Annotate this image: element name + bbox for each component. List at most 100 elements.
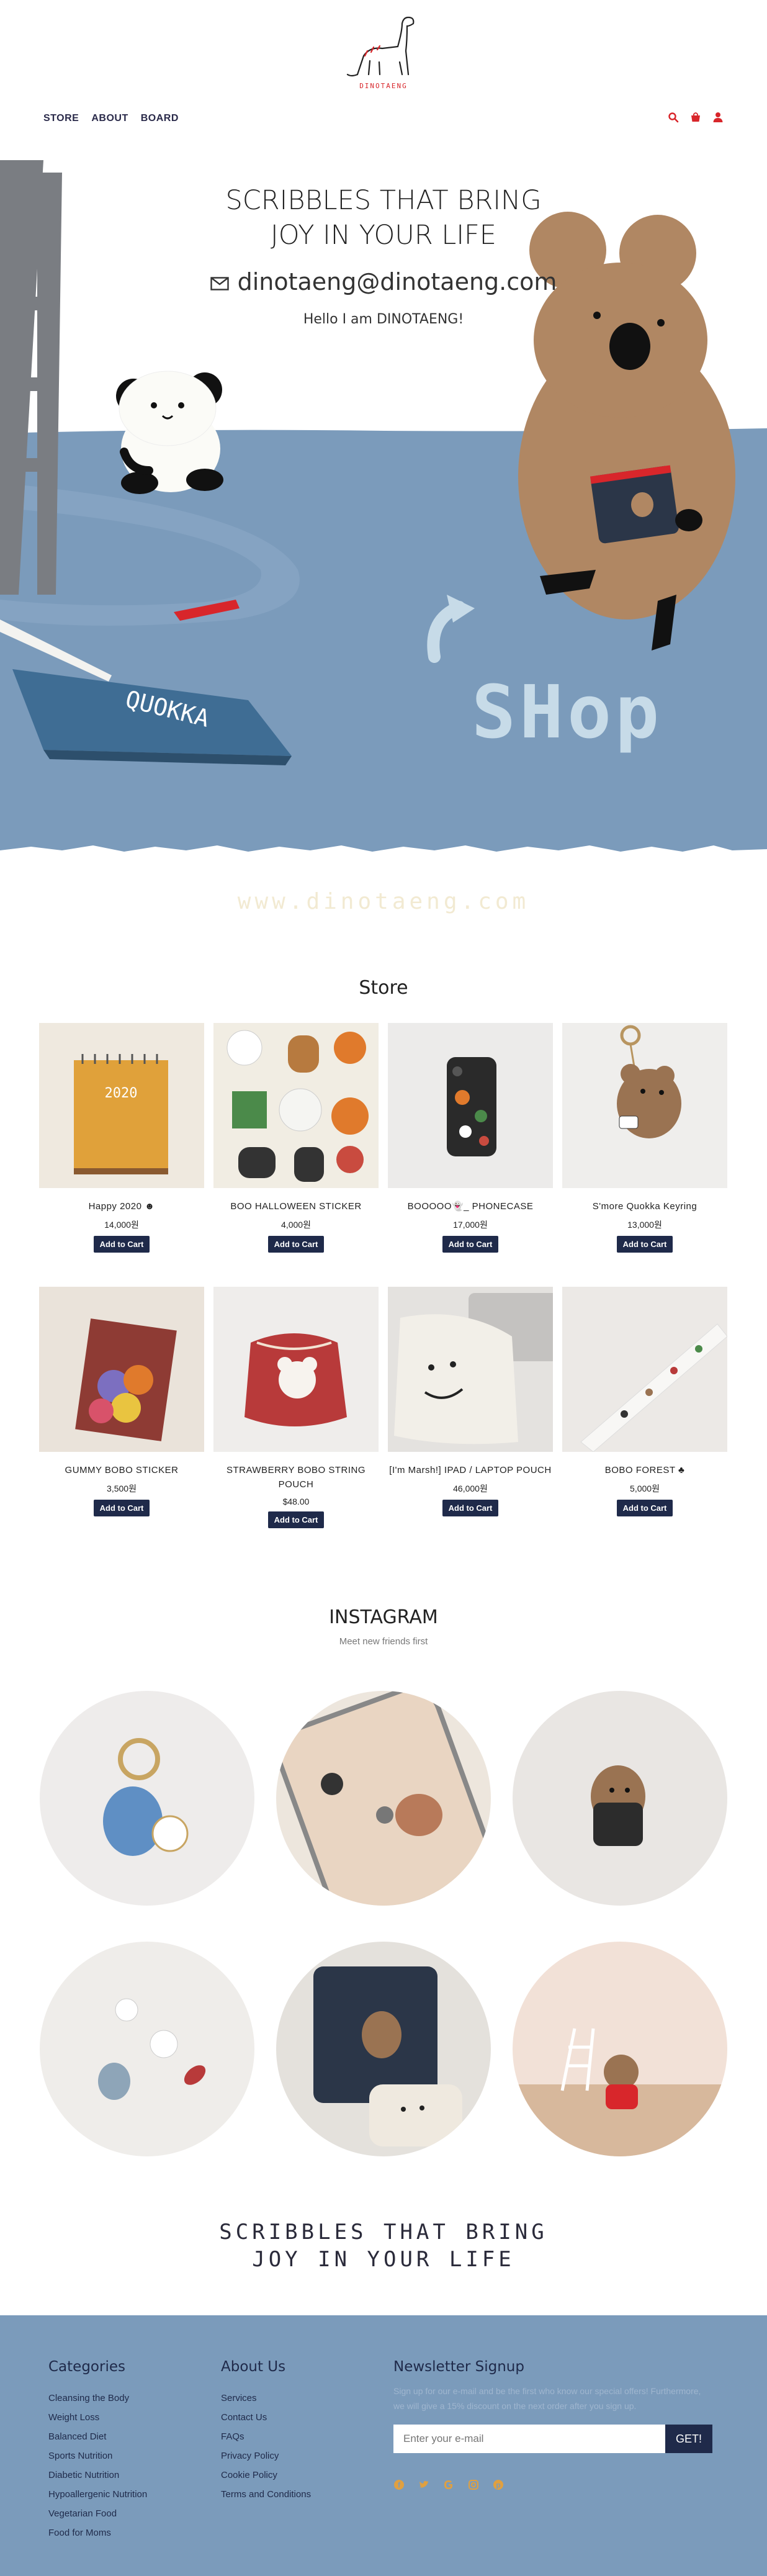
twitter-icon[interactable] — [418, 2479, 429, 2490]
about-link[interactable]: FAQs — [221, 2427, 311, 2446]
product-image[interactable] — [388, 1023, 553, 1188]
newsletter-text: Sign up for our e-mail and be the first … — [393, 2386, 701, 2411]
facebook-icon[interactable]: f — [393, 2479, 405, 2490]
product-card[interactable]: S'more Quokka Keyring 13,000원 Add to Car… — [562, 1023, 727, 1253]
newsletter-title: Newsletter Signup — [393, 2359, 524, 2375]
user-icon[interactable] — [712, 112, 724, 123]
product-card[interactable]: BOO HALLOWEEN STICKER 4,000원 Add to Cart — [213, 1023, 379, 1253]
category-link[interactable]: Food for Moms — [48, 2523, 147, 2542]
hero-title-line2: JOY IN YOUR LIFE — [271, 220, 496, 251]
product-price: 14,000원 — [104, 1220, 139, 1230]
mail-icon — [210, 276, 229, 290]
product-name[interactable]: Happy 2020 ☻ — [39, 1199, 204, 1214]
product-name[interactable]: S'more Quokka Keyring — [562, 1199, 727, 1214]
add-to-cart-button[interactable]: Add to Cart — [442, 1500, 499, 1516]
product-price: $48.00 — [282, 1497, 310, 1506]
product-price: 5,000원 — [630, 1484, 660, 1493]
newsletter-email-input[interactable] — [393, 2425, 665, 2453]
product-card[interactable]: [I'm Marsh!] IPAD / LAPTOP POUCH 46,000원… — [388, 1287, 553, 1516]
newsletter-submit-button[interactable]: GET! — [665, 2425, 712, 2453]
product-name[interactable]: GUMMY BOBO STICKER — [39, 1463, 204, 1477]
instagram-post[interactable] — [513, 1942, 727, 2156]
category-link[interactable]: Cleansing the Body — [48, 2389, 147, 2408]
product-name[interactable]: BOBO FOREST ♣ — [562, 1463, 727, 1477]
product-image[interactable] — [562, 1023, 727, 1188]
category-link[interactable]: Weight Loss — [48, 2408, 147, 2427]
footer-newsletter: Newsletter Signup Sign up for our e-mail… — [393, 2359, 712, 2490]
product-image[interactable] — [213, 1023, 379, 1188]
logo[interactable]: DINOTAENG — [345, 12, 422, 92]
product-price: 13,000원 — [627, 1220, 662, 1230]
category-link[interactable]: Hypoallergenic Nutrition — [48, 2485, 147, 2504]
search-icon[interactable] — [668, 112, 679, 123]
product-image[interactable] — [388, 1287, 553, 1452]
hero-email-text: dinotaeng@dinotaeng.com — [237, 268, 557, 295]
instagram-icon[interactable] — [468, 2479, 479, 2490]
hero-illustration[interactable]: QUOKKA SHop — [0, 160, 767, 857]
tagline-line1: SCRIBBLES THAT BRING — [219, 2220, 548, 2245]
category-link[interactable]: Balanced Diet — [48, 2427, 147, 2446]
add-to-cart-button[interactable]: Add to Cart — [616, 1500, 673, 1516]
footer: Categories Cleansing the Body Weight Los… — [0, 2315, 767, 2576]
category-link[interactable]: Vegetarian Food — [48, 2504, 147, 2523]
add-to-cart-button[interactable]: Add to Cart — [616, 1236, 673, 1253]
logo-text: DINOTAENG — [359, 82, 408, 90]
product-price: 46,000원 — [453, 1484, 488, 1493]
category-link[interactable]: Diabetic Nutrition — [48, 2466, 147, 2485]
product-card[interactable]: BOOOOO👻_ PHONECASE 17,000원 Add to Cart — [388, 1023, 553, 1253]
product-price: 17,000원 — [453, 1220, 488, 1230]
panda-character — [116, 371, 223, 494]
pinterest-icon[interactable]: p — [493, 2479, 504, 2490]
hero-hello: Hello I am DINOTAENG! — [303, 312, 464, 327]
product-name[interactable]: BOO HALLOWEEN STICKER — [213, 1199, 379, 1214]
category-link[interactable]: Sports Nutrition — [48, 2446, 147, 2466]
add-to-cart-button[interactable]: Add to Cart — [442, 1236, 499, 1253]
about-title: About Us — [221, 2359, 286, 2375]
instagram-subtitle: Meet new friends first — [339, 1636, 428, 1647]
product-name[interactable]: STRAWBERRY BOBO STRING POUCH — [213, 1463, 379, 1492]
product-price: 3,500원 — [107, 1484, 137, 1493]
about-link[interactable]: Terms and Conditions — [221, 2485, 311, 2504]
product-price: 4,000원 — [281, 1220, 311, 1230]
footer-about: About Us Services Contact Us FAQs Privac… — [221, 2359, 311, 2504]
instagram-post[interactable] — [276, 1691, 491, 1906]
instagram-post[interactable] — [40, 1691, 254, 1906]
product-card[interactable]: 2020 Happy 2020 ☻ 14,000원 Add to Cart — [39, 1023, 204, 1253]
main-nav: STORE ABOUT BOARD — [43, 113, 179, 124]
instagram-title: INSTAGRAM — [329, 1606, 438, 1628]
product-image[interactable] — [39, 1287, 204, 1452]
about-link[interactable]: Cookie Policy — [221, 2466, 311, 2485]
product-image[interactable] — [213, 1287, 379, 1452]
social-links: f p — [393, 2479, 712, 2490]
hero-title: SCRIBBLES THAT BRING JOY IN YOUR LIFE — [0, 183, 767, 253]
add-to-cart-button[interactable]: Add to Cart — [93, 1500, 150, 1516]
instagram-post[interactable] — [40, 1942, 254, 2156]
instagram-post[interactable] — [276, 1942, 491, 2156]
product-card[interactable]: GUMMY BOBO STICKER 3,500원 Add to Cart — [39, 1287, 204, 1516]
cart-icon[interactable] — [690, 112, 701, 123]
add-to-cart-button[interactable]: Add to Cart — [267, 1511, 325, 1528]
store-title: Store — [359, 977, 408, 999]
tagline-line2: JOY IN YOUR LIFE — [252, 2247, 515, 2272]
product-card[interactable]: BOBO FOREST ♣ 5,000원 Add to Cart — [562, 1287, 727, 1516]
nav-store[interactable]: STORE — [43, 113, 79, 124]
product-name[interactable]: [I'm Marsh!] IPAD / LAPTOP POUCH — [388, 1463, 553, 1477]
google-icon[interactable] — [443, 2479, 454, 2490]
site-watermark: www.dinotaeng.com — [237, 889, 530, 914]
add-to-cart-button[interactable]: Add to Cart — [267, 1236, 325, 1253]
product-image[interactable] — [562, 1287, 727, 1452]
header-icons — [668, 112, 724, 123]
about-link[interactable]: Services — [221, 2389, 311, 2408]
svg-text:p: p — [496, 2481, 500, 2490]
nav-board[interactable]: BOARD — [141, 113, 179, 124]
about-link[interactable]: Contact Us — [221, 2408, 311, 2427]
about-link[interactable]: Privacy Policy — [221, 2446, 311, 2466]
product-card[interactable]: STRAWBERRY BOBO STRING POUCH $48.00 Add … — [213, 1287, 379, 1528]
add-to-cart-button[interactable]: Add to Cart — [93, 1236, 150, 1253]
product-name[interactable]: BOOOOO👻_ PHONECASE — [388, 1199, 553, 1214]
footer-categories: Categories Cleansing the Body Weight Los… — [48, 2359, 147, 2542]
hero-email[interactable]: dinotaeng@dinotaeng.com — [0, 268, 767, 295]
instagram-post[interactable] — [513, 1691, 727, 1906]
nav-about[interactable]: ABOUT — [91, 113, 128, 124]
product-image[interactable]: 2020 — [39, 1023, 204, 1188]
